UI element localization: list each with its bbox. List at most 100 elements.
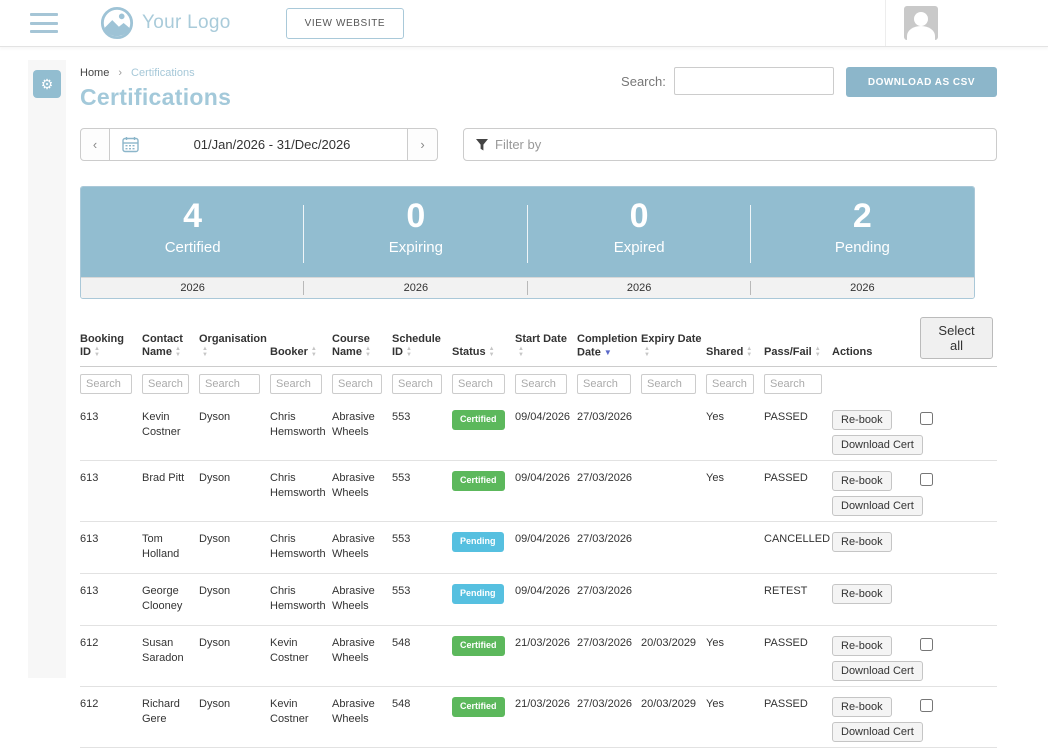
column-header-completion-date[interactable]: Completion Date▼ (577, 317, 641, 367)
left-rail: ⚙ (28, 60, 66, 678)
search-start-date[interactable] (515, 374, 567, 394)
main-content: Home › Certifications Certifications Sea… (80, 60, 997, 748)
re-book-button[interactable]: Re-book (832, 697, 892, 717)
cell-shared: Yes (706, 400, 764, 461)
sort-desc-active-icon[interactable]: ▼ (604, 346, 612, 359)
cell-schedule-id: 548 (392, 626, 452, 687)
next-period-button[interactable]: › (408, 128, 438, 161)
cell-status: Pending (452, 522, 515, 574)
column-header-shared[interactable]: Shared▲▼ (706, 317, 764, 367)
cell-completion-date: 27/03/2026 (577, 461, 641, 522)
sort-icon[interactable]: ▲▼ (406, 346, 412, 358)
date-range-picker: ‹ 01/Jan/2026 - 31/Dec/2026 › (80, 128, 438, 161)
cell-completion-date: 27/03/2026 (577, 574, 641, 626)
re-book-button[interactable]: Re-book (832, 532, 892, 552)
cell-completion-date: 27/03/2026 (577, 400, 641, 461)
column-header-expiry-date[interactable]: Expiry Date▲▼ (641, 317, 706, 367)
select-all-button[interactable]: Select all (920, 317, 993, 359)
column-header-organisation[interactable]: Organisation▲▼ (199, 317, 270, 367)
cell-expiry-date (641, 400, 706, 461)
cell-shared: Yes (706, 687, 764, 748)
search-completion-date[interactable] (577, 374, 631, 394)
prev-period-button[interactable]: ‹ (80, 128, 110, 161)
sort-icon[interactable]: ▲▼ (365, 346, 371, 358)
row-checkbox[interactable] (920, 638, 933, 651)
cell-status: Certified (452, 400, 515, 461)
row-checkbox[interactable] (920, 412, 933, 425)
row-checkbox[interactable] (920, 699, 933, 712)
sort-icon[interactable]: ▲▼ (175, 346, 181, 358)
stat-label: Expired (528, 239, 751, 256)
column-header-contact-name[interactable]: Contact Name▲▼ (142, 317, 199, 367)
sort-icon[interactable]: ▲▼ (94, 346, 100, 358)
cell-shared: Yes (706, 626, 764, 687)
column-header-course-name[interactable]: Course Name▲▼ (332, 317, 392, 367)
app-logo[interactable]: Your Logo (100, 6, 231, 40)
column-header-booking-id[interactable]: Booking ID▲▼ (80, 317, 142, 367)
cell-course-name: Abrasive Wheels (332, 522, 392, 574)
gear-icon[interactable]: ⚙ (33, 70, 61, 98)
search-status[interactable] (452, 374, 505, 394)
sort-icon[interactable]: ▲▼ (311, 346, 317, 358)
cell-actions: Re-book Download Cert (832, 461, 920, 522)
column-header-pass-fail[interactable]: Pass/Fail▲▼ (764, 317, 832, 367)
global-search-input[interactable] (674, 67, 834, 95)
search-pass-fail[interactable] (764, 374, 822, 394)
date-range-display[interactable]: 01/Jan/2026 - 31/Dec/2026 (110, 128, 408, 161)
hamburger-icon[interactable] (30, 13, 58, 33)
view-website-button[interactable]: VIEW WEBSITE (286, 8, 405, 39)
re-book-button[interactable]: Re-book (832, 584, 892, 604)
calendar-icon (122, 136, 139, 153)
stat-certified[interactable]: 4 Certified (81, 187, 304, 277)
sort-icon[interactable]: ▲▼ (202, 346, 208, 358)
stat-pending[interactable]: 2 Pending (751, 187, 974, 277)
row-checkbox[interactable] (920, 473, 933, 486)
column-header-booker[interactable]: Booker▲▼ (270, 317, 332, 367)
re-book-button[interactable]: Re-book (832, 636, 892, 656)
date-range-text: 01/Jan/2026 - 31/Dec/2026 (149, 137, 395, 152)
search-label: Search: (621, 74, 666, 89)
column-header-start-date[interactable]: Start Date▲▼ (515, 317, 577, 367)
breadcrumb-home[interactable]: Home (80, 67, 109, 79)
search-organisation[interactable] (199, 374, 260, 394)
search-course-name[interactable] (332, 374, 382, 394)
cell-shared (706, 574, 764, 626)
table-row: 613George ClooneyDysonChris HemsworthAbr… (80, 574, 997, 626)
sort-icon[interactable]: ▲▼ (746, 346, 752, 358)
search-shared[interactable] (706, 374, 754, 394)
cell-contact-name: Susan Saradon (142, 626, 199, 687)
cell-select (920, 626, 997, 687)
re-book-button[interactable]: Re-book (832, 471, 892, 491)
search-booking-id[interactable] (80, 374, 132, 394)
cell-pass-fail: PASSED (764, 687, 832, 748)
search-contact-name[interactable] (142, 374, 189, 394)
cell-course-name: Abrasive Wheels (332, 626, 392, 687)
download-cert-button[interactable]: Download Cert (832, 661, 923, 681)
search-booker[interactable] (270, 374, 322, 394)
column-header-schedule-id[interactable]: Schedule ID▲▼ (392, 317, 452, 367)
sort-icon[interactable]: ▲▼ (644, 346, 650, 358)
sort-icon[interactable]: ▲▼ (815, 346, 821, 358)
breadcrumb-separator-icon: › (118, 67, 122, 79)
column-header-status[interactable]: Status▲▼ (452, 317, 515, 367)
download-cert-button[interactable]: Download Cert (832, 722, 923, 742)
search-expiry-date[interactable] (641, 374, 696, 394)
sort-icon[interactable]: ▲▼ (518, 346, 524, 358)
user-avatar-icon[interactable] (904, 6, 938, 40)
cell-expiry-date (641, 574, 706, 626)
search-schedule-id[interactable] (392, 374, 442, 394)
sort-icon[interactable]: ▲▼ (489, 346, 495, 358)
stat-expiring[interactable]: 0 Expiring (304, 187, 527, 277)
stat-expired[interactable]: 0 Expired (528, 187, 751, 277)
cell-select (920, 522, 997, 574)
cell-actions: Re-book (832, 574, 920, 626)
stat-value: 0 (528, 197, 751, 235)
re-book-button[interactable]: Re-book (832, 410, 892, 430)
cell-shared (706, 522, 764, 574)
download-cert-button[interactable]: Download Cert (832, 435, 923, 455)
download-csv-button[interactable]: DOWNLOAD AS CSV (846, 67, 997, 97)
download-cert-button[interactable]: Download Cert (832, 496, 923, 516)
filter-by-input[interactable]: Filter by (463, 128, 997, 161)
cell-select (920, 400, 997, 461)
status-badge: Certified (452, 636, 505, 656)
